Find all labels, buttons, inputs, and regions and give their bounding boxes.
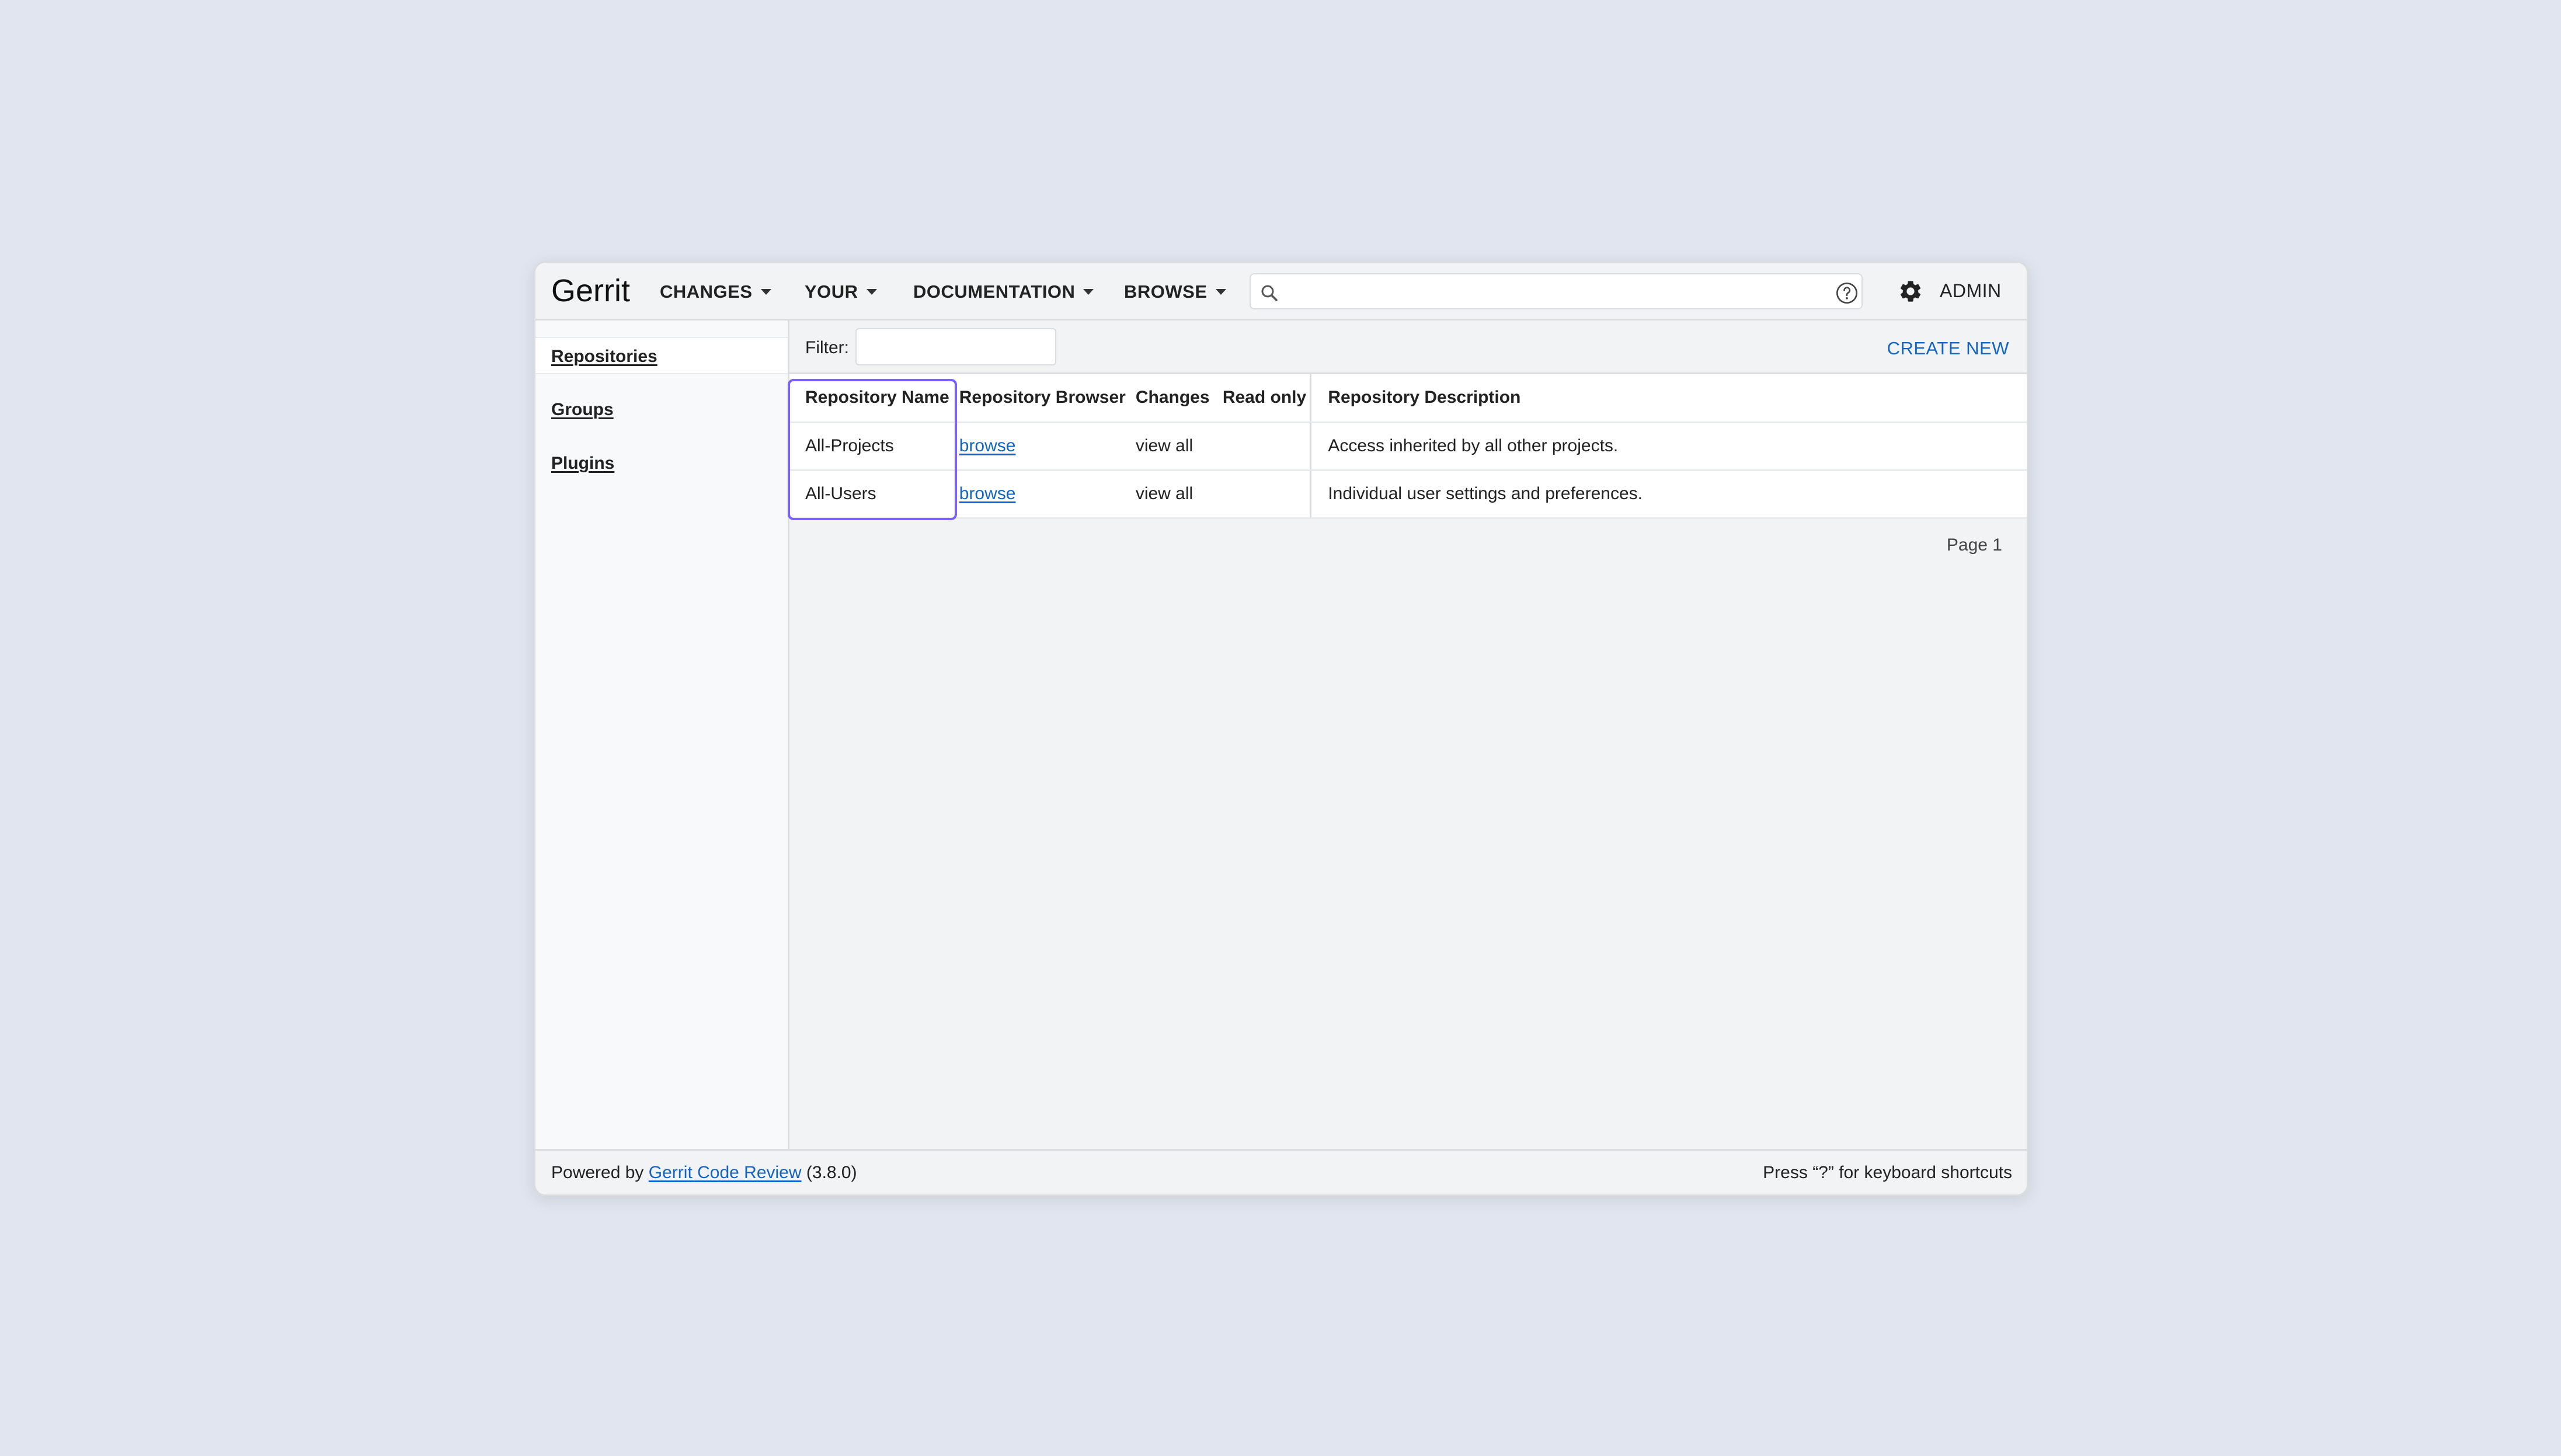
filter-label: Filter: (805, 338, 849, 357)
header-repository-description: Repository Description (1310, 374, 2027, 423)
browse-link[interactable]: browse (959, 484, 1016, 503)
chevron-down-icon (1215, 289, 1226, 295)
repository-table: Repository Name Repository Browser Chang… (789, 374, 2027, 519)
footer-powered-by: Powered by Gerrit Code Review (3.8.0) (551, 1163, 857, 1183)
browse-link[interactable]: browse (959, 436, 1016, 455)
header-repository-browser: Repository Browser (949, 374, 1126, 423)
sidebar-item-plugins[interactable]: Plugins (535, 445, 788, 482)
page-indicator: Page 1 (1946, 535, 2002, 555)
read-only-cell (1212, 470, 1312, 519)
chevron-down-icon (866, 289, 877, 295)
menu-documentation[interactable]: DOCUMENTATION (913, 280, 1094, 304)
header-repository-name[interactable]: Repository Name (789, 374, 949, 423)
view-all-changes-link[interactable]: view all (1125, 470, 1213, 519)
view-all-changes-link[interactable]: view all (1125, 422, 1213, 471)
sidebar-item-repositories[interactable]: Repositories (535, 337, 788, 374)
repo-browser-cell: browse (949, 422, 1126, 471)
keyboard-shortcut-hint: Press “?” for keyboard shortcuts (1763, 1163, 2012, 1182)
repo-name-cell[interactable]: All-Projects (789, 422, 949, 471)
search-icon (1261, 285, 1278, 301)
menu-browse-label: BROWSE (1124, 281, 1208, 302)
menu-documentation-label: DOCUMENTATION (913, 281, 1076, 302)
repo-name-cell[interactable]: All-Users (789, 470, 949, 519)
menu-changes[interactable]: CHANGES (660, 280, 771, 304)
footer: Powered by Gerrit Code Review (3.8.0) Pr… (535, 1149, 2027, 1194)
search-input[interactable] (1286, 278, 1811, 305)
gear-icon[interactable] (1898, 278, 1923, 304)
top-header: Gerrit CHANGES YOUR DOCUMENTATION BROWSE (535, 263, 2027, 321)
gerrit-logo[interactable]: Gerrit (551, 273, 630, 308)
search-box[interactable] (1250, 273, 1863, 309)
repo-browser-cell: browse (949, 470, 1126, 519)
create-new-button[interactable]: CREATE NEW (1887, 338, 2009, 359)
table-row: All-Projects browse view all Access inhe… (789, 422, 2027, 471)
repo-description-cell: Individual user settings and preferences… (1310, 470, 2027, 519)
help-icon[interactable] (1835, 281, 1859, 305)
version-text: (3.8.0) (806, 1163, 857, 1182)
header-read-only: Read only (1212, 374, 1312, 423)
table-header-row: Repository Name Repository Browser Chang… (789, 374, 2027, 423)
menu-changes-label: CHANGES (660, 281, 753, 302)
menu-browse[interactable]: BROWSE (1124, 280, 1226, 304)
table-row: All-Users browse view all Individual use… (789, 470, 2027, 519)
admin-link[interactable]: ADMIN (1940, 280, 2002, 302)
repo-description-cell: Access inherited by all other projects. (1310, 422, 2027, 471)
gerrit-code-review-link[interactable]: Gerrit Code Review (649, 1163, 802, 1182)
header-changes: Changes (1125, 374, 1213, 423)
menu-your-label: YOUR (805, 281, 858, 302)
powered-by-text: Powered by (551, 1163, 644, 1182)
sidebar: Repositories Groups Plugins (535, 321, 789, 1149)
menu-your[interactable]: YOUR (805, 280, 877, 304)
main-content: Filter: CREATE NEW Repository Name Repos… (789, 321, 2027, 1149)
filter-row: Filter: CREATE NEW (789, 321, 2027, 374)
chevron-down-icon (1083, 289, 1094, 295)
read-only-cell (1212, 422, 1312, 471)
sidebar-item-groups[interactable]: Groups (535, 391, 788, 429)
chevron-down-icon (760, 289, 771, 295)
filter-input[interactable] (855, 328, 1056, 365)
app-window: Gerrit CHANGES YOUR DOCUMENTATION BROWSE (534, 261, 2028, 1196)
